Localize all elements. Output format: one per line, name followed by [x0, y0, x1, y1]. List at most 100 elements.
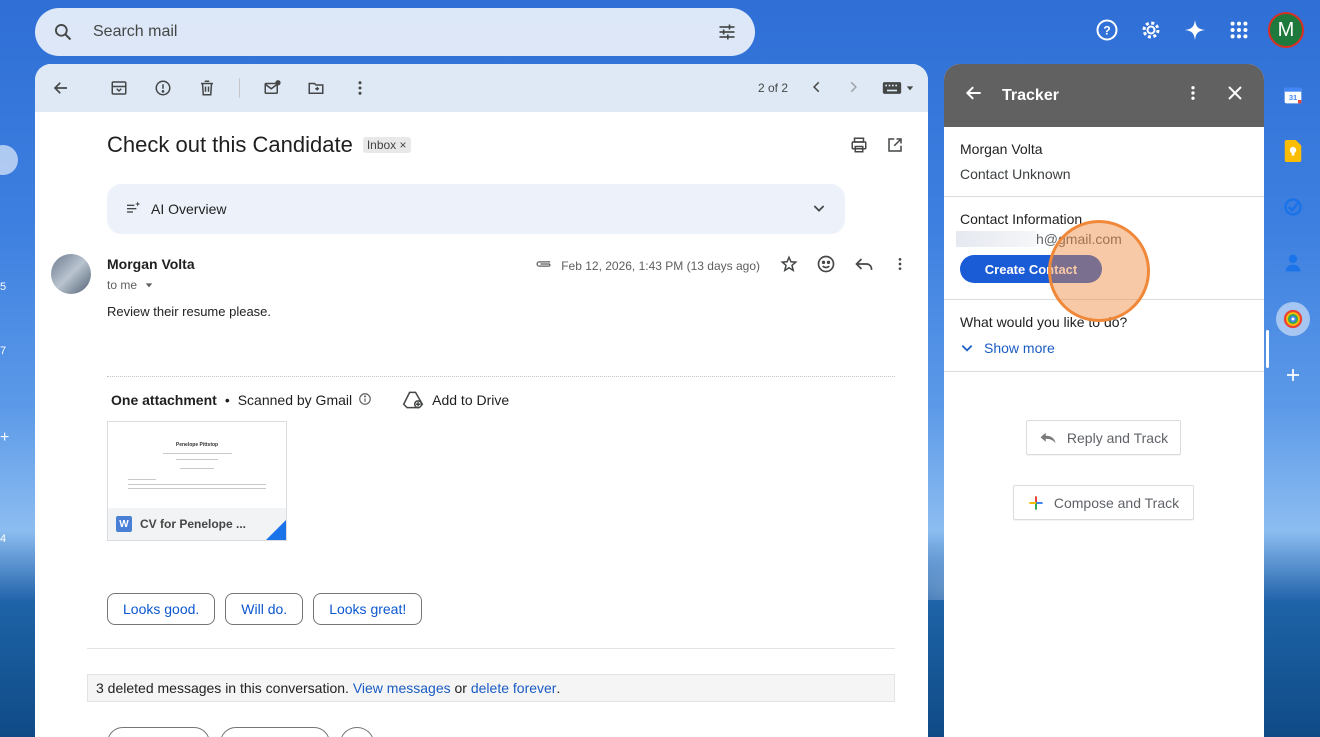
left-rail-count: 7 [0, 345, 7, 357]
tracker-panel: Tracker Morgan Volta Contact Unknown Con… [944, 64, 1264, 737]
subject-line: Check out this Candidate Inbox × [107, 132, 411, 158]
left-rail-count: 5 [0, 281, 7, 293]
emoji-reaction-icon[interactable] [816, 254, 836, 277]
rail-active-indicator [1266, 330, 1269, 368]
tracker-back-icon[interactable] [964, 83, 984, 108]
chevron-down-icon[interactable] [811, 200, 827, 219]
report-spam-icon[interactable] [151, 76, 175, 100]
help-icon[interactable]: ? [1092, 15, 1122, 45]
sender-name[interactable]: Morgan Volta [107, 256, 195, 272]
contact-name: Morgan Volta [960, 141, 1043, 157]
close-icon[interactable] [1226, 84, 1244, 107]
contact-summary: Morgan Volta Contact Unknown [944, 127, 1264, 197]
gemini-sparkle-icon[interactable] [1180, 15, 1210, 45]
info-icon[interactable] [358, 392, 372, 409]
mail-panel: 2 of 2 Check out this Candidate Inbox × [35, 64, 928, 737]
attachment-footer: W CV for Penelope ... [108, 508, 286, 540]
ai-overview-icon [125, 200, 141, 219]
reply-icon[interactable] [854, 254, 874, 277]
smart-reply-looks-great[interactable]: Looks great! [313, 593, 423, 625]
add-to-drive-button[interactable]: Add to Drive [402, 390, 509, 410]
attachment-preview: Penelope Pittstop [108, 422, 286, 510]
chevron-down-icon [961, 345, 973, 352]
click-indicator [1048, 220, 1150, 322]
left-nav-pill[interactable] [0, 145, 18, 175]
forward-button[interactable] [220, 727, 330, 737]
tracker-title: Tracker [1002, 86, 1059, 104]
search-options-icon[interactable] [715, 20, 739, 44]
keyboard-icon[interactable] [882, 81, 914, 95]
pager: 2 of 2 [758, 80, 914, 97]
tracker-addon-icon[interactable] [1276, 302, 1310, 336]
smart-reply-will-do[interactable]: Will do. [225, 593, 304, 625]
ai-overview-bar[interactable]: AI Overview [107, 184, 845, 234]
search-input[interactable]: Search mail [93, 23, 715, 41]
bullet-separator: • [224, 392, 230, 408]
settings-gear-icon[interactable] [1136, 15, 1166, 45]
calendar-icon[interactable]: 31 [1276, 78, 1310, 112]
pager-count: 2 of 2 [757, 81, 788, 95]
show-more-toggle[interactable]: Show more [960, 340, 1248, 356]
delete-trash-icon[interactable] [195, 76, 219, 100]
deleted-messages-notice: 3 deleted messages in this conversation.… [87, 674, 895, 702]
search-icon[interactable] [51, 20, 75, 44]
back-arrow-icon[interactable] [49, 76, 73, 100]
view-messages-link[interactable]: View messages [353, 680, 451, 696]
keep-icon[interactable] [1276, 134, 1310, 168]
tracker-more-icon[interactable] [1184, 84, 1202, 107]
compose-plus-icon [1029, 495, 1043, 510]
archive-icon[interactable] [107, 76, 131, 100]
recipient-details[interactable]: to me [107, 278, 195, 292]
caret-down-icon [146, 283, 153, 288]
recipient-text: to me [107, 278, 138, 292]
left-rail-add[interactable]: + [0, 429, 9, 447]
scanned-by-gmail: Scanned by Gmail [237, 392, 353, 408]
reply-arrow-icon [1040, 432, 1056, 443]
deleted-text: 3 deleted messages in this conversation. [96, 680, 349, 696]
star-icon[interactable] [780, 255, 798, 276]
page-fold-corner [266, 520, 286, 540]
chevron-left-icon[interactable] [810, 80, 824, 97]
message-more-icon[interactable] [892, 256, 908, 275]
more-options-icon[interactable] [348, 76, 372, 100]
contact-status: Contact Unknown [960, 166, 1071, 182]
svg-text:31: 31 [1289, 93, 1297, 102]
open-in-new-window-icon[interactable] [886, 136, 904, 159]
apps-grid-icon[interactable] [1224, 15, 1254, 45]
attachment-count: One attachment [111, 392, 217, 408]
sender-avatar[interactable] [51, 254, 91, 294]
top-icons: ? M [1092, 12, 1304, 48]
message-meta: Feb 12, 2026, 1:43 PM (13 days ago) [535, 254, 908, 277]
reply-button[interactable] [107, 727, 210, 737]
print-icon[interactable] [850, 136, 868, 159]
label-text: Inbox [366, 138, 397, 152]
search-bar[interactable]: Search mail [35, 8, 755, 56]
smart-reply-looks-good[interactable]: Looks good. [107, 593, 216, 625]
tasks-icon[interactable] [1276, 190, 1310, 224]
attachment-card[interactable]: Penelope Pittstop W CV for Penelope ... [107, 421, 287, 541]
move-to-folder-icon[interactable] [304, 76, 328, 100]
emoji-button[interactable] [340, 727, 374, 737]
ai-overview-label: AI Overview [151, 201, 227, 217]
compose-and-track-button[interactable]: Compose and Track [1013, 485, 1194, 520]
delete-forever-link[interactable]: delete forever [471, 680, 557, 696]
add-addon-icon[interactable] [1276, 358, 1310, 392]
inbox-label[interactable]: Inbox × [362, 137, 411, 153]
reply-and-track-label: Reply and Track [1066, 429, 1169, 446]
word-doc-icon: W [116, 516, 132, 532]
bottom-actions [107, 727, 374, 737]
smart-replies: Looks good. Will do. Looks great! [107, 593, 423, 625]
reply-and-track-button[interactable]: Reply and Track [1026, 420, 1181, 455]
svg-text:?: ? [1103, 24, 1110, 38]
attachment-header: One attachment • Scanned by Gmail Add to… [111, 390, 509, 410]
mark-unread-icon[interactable] [260, 76, 284, 100]
message-body: Review their resume please. [107, 304, 272, 319]
subject-actions [850, 136, 904, 159]
account-avatar[interactable]: M [1268, 12, 1304, 48]
chevron-right-icon[interactable] [846, 80, 860, 97]
show-more-label: Show more [984, 340, 1055, 356]
contacts-icon[interactable] [1276, 246, 1310, 280]
attachment-clip-icon [535, 258, 553, 273]
or-text: or [454, 680, 467, 696]
label-remove-icon[interactable]: × [400, 138, 407, 152]
